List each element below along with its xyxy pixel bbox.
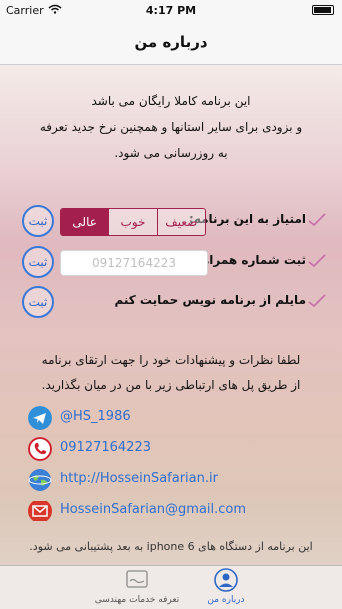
- intro-line-2: و بزودی برای سایر استانها و همچنین نرخ ج…: [39, 120, 303, 134]
- app-screen: Carrier 4:17 PM درباره من این برنامه کام…: [0, 0, 342, 609]
- contact-intro-line-1: لطفا نظرات و پیشنهادات خود را جهت ارتقای…: [41, 353, 301, 367]
- telegram-icon: [28, 406, 52, 430]
- contact-website-text: http://HosseinSafarian.ir: [60, 471, 218, 486]
- tab-about-me[interactable]: درباره من: [196, 568, 256, 605]
- contact-phone-text: 09127164223: [60, 440, 151, 455]
- battery-icon: [312, 5, 334, 15]
- intro-line-1: این برنامه کاملا رایگان می باشد: [91, 94, 251, 108]
- page-title: درباره من: [134, 33, 208, 51]
- rating-label: امتیاز به این برنامه:: [189, 212, 306, 226]
- contact-telegram[interactable]: @HS_1986: [28, 406, 328, 430]
- document-icon: [126, 570, 148, 588]
- navigation-bar: درباره من: [0, 20, 342, 65]
- check-icon: [308, 254, 326, 268]
- tab-engineering-fees[interactable]: تعرفه خدمات مهندسی: [82, 568, 192, 605]
- phone-input[interactable]: 09127164223: [60, 250, 208, 276]
- phone-label: ثبت شماره همراه:: [197, 253, 306, 267]
- tab-bar: تعرفه خدمات مهندسی درباره من: [0, 565, 342, 609]
- device-support-note: این برنامه از دستگاه های iphone 6 به بعد…: [29, 540, 313, 553]
- tab-about-me-label: درباره من: [207, 595, 245, 605]
- contact-telegram-text: @HS_1986: [60, 409, 131, 424]
- support-row: مایلم از برنامه نویس حمایت کنم ثبت: [10, 286, 332, 320]
- rating-option-good[interactable]: خوب: [108, 209, 157, 235]
- rating-segmented-control[interactable]: عالی خوب ضعیف: [60, 208, 206, 236]
- rating-option-weak[interactable]: ضعیف: [156, 209, 205, 235]
- contact-email[interactable]: HosseinSafarian@gmail.com: [28, 499, 328, 523]
- user-icon: [214, 568, 238, 592]
- check-icon: [308, 294, 326, 308]
- intro-line-3: به روزرسانی می شود.: [114, 146, 228, 160]
- status-bar: Carrier 4:17 PM: [0, 0, 342, 20]
- contact-website[interactable]: http://HosseinSafarian.ir: [28, 468, 328, 492]
- contact-phone[interactable]: 09127164223: [28, 437, 328, 461]
- phone-row: ثبت شماره همراه: 09127164223 ثبت: [10, 246, 332, 280]
- support-label: مایلم از برنامه نویس حمایت کنم: [114, 293, 306, 307]
- phone-icon: [28, 437, 52, 461]
- rating-row: امتیاز به این برنامه: عالی خوب ضعیف ثبت: [10, 205, 332, 239]
- contact-intro-line-2: از طریق پل های ارتباطی زیر با من در میان…: [41, 378, 301, 392]
- submit-rating-button[interactable]: ثبت: [22, 205, 54, 237]
- status-time: 4:17 PM: [145, 4, 197, 17]
- submit-phone-button[interactable]: ثبت: [22, 246, 54, 278]
- mail-icon: [28, 501, 52, 521]
- rating-option-excellent[interactable]: عالی: [61, 209, 109, 235]
- tab-engineering-fees-label: تعرفه خدمات مهندسی: [94, 595, 180, 605]
- globe-icon: [28, 469, 52, 491]
- contact-email-text: HosseinSafarian@gmail.com: [60, 502, 247, 517]
- submit-support-button[interactable]: ثبت: [22, 286, 54, 318]
- check-icon: [308, 213, 326, 227]
